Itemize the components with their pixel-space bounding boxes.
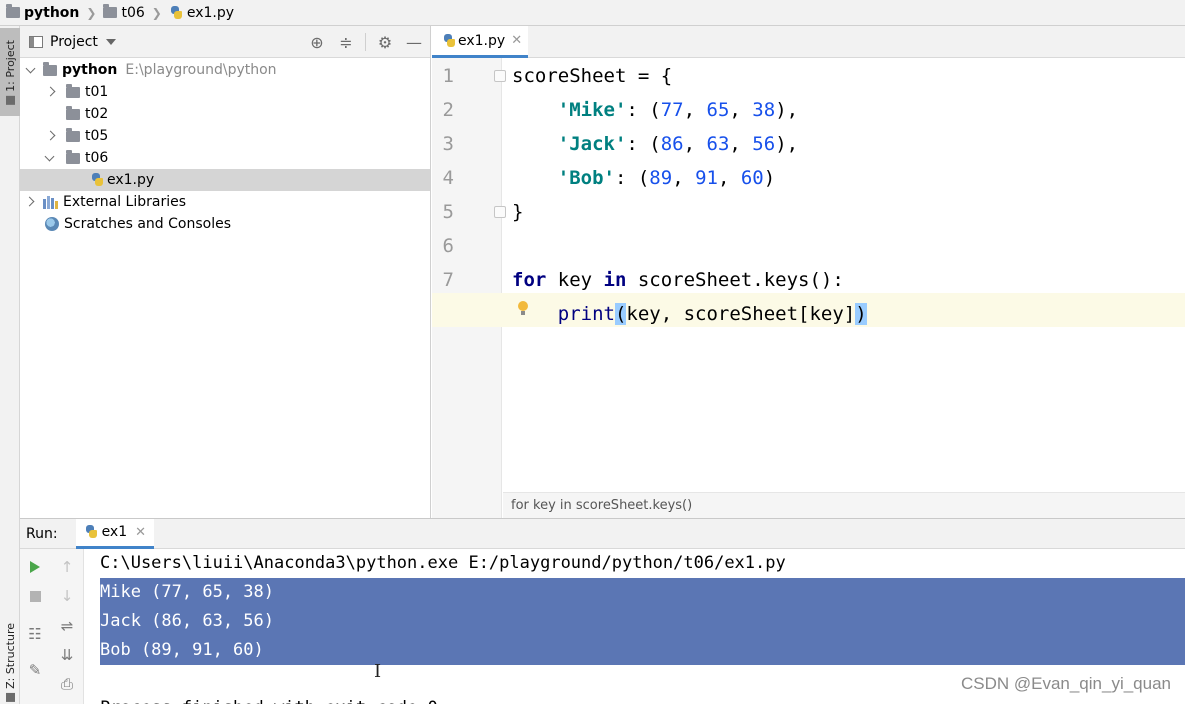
run-toolbar: ↑ ↓ ☷ ⇌ ⇊ ✎ ⎙ bbox=[20, 549, 84, 704]
tree-folder-t01[interactable]: t01 bbox=[20, 81, 430, 103]
navigation-breadcrumb: python ❯ t06 ❯ ex1.py bbox=[0, 0, 1185, 26]
close-icon[interactable]: ✕ bbox=[511, 33, 522, 48]
tree-file-ex1[interactable]: ex1.py bbox=[20, 169, 430, 191]
code-line-5[interactable]: } bbox=[512, 195, 523, 229]
code-line-2[interactable]: 'Mike': (77, 65, 38), bbox=[512, 93, 798, 127]
rerun-button[interactable] bbox=[25, 557, 45, 577]
console-output-line: Jack (86, 63, 56) bbox=[100, 611, 274, 631]
code-line-4[interactable]: 'Bob': (89, 91, 60) bbox=[512, 161, 775, 195]
tree-root-python[interactable]: python E:\playground\python bbox=[20, 59, 430, 81]
arrow-down-icon[interactable]: ↓ bbox=[57, 586, 77, 606]
run-tab-ex1[interactable]: ex1 ✕ bbox=[75, 518, 155, 549]
left-tool-strip: 1: Project Z: Structure bbox=[0, 26, 20, 704]
watermark: CSDN @Evan_qin_yi_quan bbox=[960, 674, 1171, 693]
lightbulb-icon[interactable] bbox=[517, 301, 529, 317]
line-number: 1 bbox=[442, 65, 454, 87]
project-tool-tab[interactable]: 1: Project bbox=[0, 28, 20, 116]
tree-folder-t05[interactable]: t05 bbox=[20, 125, 430, 147]
project-tool-icon bbox=[5, 95, 15, 105]
code-editor: ex1.py ✕ 1 2 3 4 5 6 7 8 scoreSheet = { … bbox=[432, 26, 1185, 518]
chevron-down-icon[interactable] bbox=[44, 152, 56, 164]
python-file-icon bbox=[442, 33, 456, 48]
chevron-right-icon[interactable] bbox=[44, 130, 56, 142]
collapse-all-icon[interactable]: ≑ bbox=[336, 32, 356, 52]
breadcrumb-python[interactable]: python bbox=[6, 4, 79, 21]
run-label: Run: bbox=[26, 525, 58, 542]
folder-icon bbox=[43, 61, 57, 76]
console-exit-line: Process finished with exit code 0 bbox=[100, 694, 438, 704]
project-panel: Project ⊕ ≑ ⚙ — python E:\playground\pyt… bbox=[20, 26, 431, 518]
project-panel-header: Project ⊕ ≑ ⚙ — bbox=[20, 26, 430, 58]
code-line-7[interactable]: for key in scoreSheet.keys(): bbox=[512, 263, 844, 297]
chevron-down-icon[interactable] bbox=[105, 38, 116, 45]
folder-icon bbox=[66, 105, 80, 120]
line-number: 6 bbox=[442, 235, 454, 257]
soft-wrap-icon[interactable]: ⇌ bbox=[57, 616, 77, 636]
project-panel-icon bbox=[29, 35, 43, 48]
gear-icon[interactable]: ⚙ bbox=[375, 32, 395, 52]
folder-icon bbox=[66, 149, 80, 164]
python-file-icon bbox=[169, 5, 183, 20]
line-number: 3 bbox=[442, 133, 454, 155]
chevron-down-icon[interactable] bbox=[25, 64, 37, 76]
arrow-up-icon[interactable]: ↑ bbox=[57, 557, 77, 577]
console-command-line: C:\Users\liuii\Anaconda3\python.exe E:/p… bbox=[100, 553, 786, 573]
python-file-icon bbox=[90, 173, 104, 187]
run-panel-header: Run: ex1 ✕ bbox=[20, 518, 1185, 549]
folder-icon bbox=[103, 4, 118, 18]
code-area[interactable]: scoreSheet = { 'Mike': (77, 65, 38), 'Ja… bbox=[432, 58, 1185, 498]
chevron-right-icon[interactable] bbox=[23, 196, 35, 208]
breadcrumb-ex1[interactable]: ex1.py bbox=[169, 5, 234, 21]
header-divider bbox=[365, 33, 366, 51]
breadcrumb-t06[interactable]: t06 bbox=[103, 4, 145, 21]
pin-icon[interactable]: ✎ bbox=[25, 660, 45, 680]
line-number: 2 bbox=[442, 99, 454, 121]
console-output-line: Mike (77, 65, 38) bbox=[100, 582, 274, 602]
run-panel: Run: ex1 ✕ ↑ ↓ ☷ ⇌ ⇊ ✎ ⎙ C:\Users\liuii\… bbox=[20, 518, 1185, 704]
scratches-icon bbox=[45, 217, 59, 231]
console-output-line: Bob (89, 91, 60) bbox=[100, 640, 264, 660]
tree-folder-t06[interactable]: t06 bbox=[20, 147, 430, 169]
close-icon[interactable]: ✕ bbox=[135, 525, 146, 540]
project-panel-title[interactable]: Project bbox=[50, 34, 98, 50]
chevron-right-icon[interactable] bbox=[44, 86, 56, 98]
chevron-right-icon: ❯ bbox=[86, 5, 97, 20]
locate-icon[interactable]: ⊕ bbox=[307, 32, 327, 52]
tree-folder-t02[interactable]: t02 bbox=[20, 103, 430, 125]
folder-icon bbox=[6, 4, 20, 18]
tab-ex1-py[interactable]: ex1.py ✕ bbox=[432, 26, 528, 58]
structure-tool-icon bbox=[5, 692, 15, 702]
python-file-icon bbox=[84, 525, 98, 539]
editor-tab-bar: ex1.py ✕ bbox=[432, 26, 1185, 58]
tree-external-libraries[interactable]: External Libraries bbox=[20, 191, 430, 213]
chevron-right-icon: ❯ bbox=[151, 5, 162, 20]
minimize-icon[interactable]: — bbox=[404, 32, 424, 52]
line-number: 5 bbox=[442, 201, 454, 223]
line-number: 4 bbox=[442, 167, 454, 189]
folder-icon bbox=[66, 83, 80, 98]
folder-icon bbox=[66, 127, 80, 142]
editor-footer-breadcrumb[interactable]: for key in scoreSheet.keys() bbox=[503, 492, 1185, 518]
line-number: 7 bbox=[442, 269, 454, 291]
play-icon bbox=[30, 561, 40, 573]
code-line-3[interactable]: 'Jack': (86, 63, 56), bbox=[512, 127, 798, 161]
print-icon[interactable]: ⎙ bbox=[57, 674, 77, 694]
structure-tool-tab[interactable]: Z: Structure bbox=[0, 622, 20, 702]
library-icon bbox=[43, 195, 59, 209]
text-cursor-icon: I bbox=[374, 661, 382, 682]
line-number-gutter: 1 2 3 4 5 6 7 8 bbox=[432, 58, 506, 518]
layout-icon[interactable]: ☷ bbox=[25, 624, 45, 644]
stop-icon bbox=[29, 590, 41, 602]
scroll-to-end-icon[interactable]: ⇊ bbox=[57, 645, 77, 665]
code-line-1[interactable]: scoreSheet = { bbox=[512, 59, 672, 93]
tree-scratches-consoles[interactable]: Scratches and Consoles bbox=[20, 213, 430, 235]
code-line-8[interactable]: print(key, scoreSheet[key]) bbox=[512, 297, 867, 331]
stop-button[interactable] bbox=[25, 586, 45, 606]
